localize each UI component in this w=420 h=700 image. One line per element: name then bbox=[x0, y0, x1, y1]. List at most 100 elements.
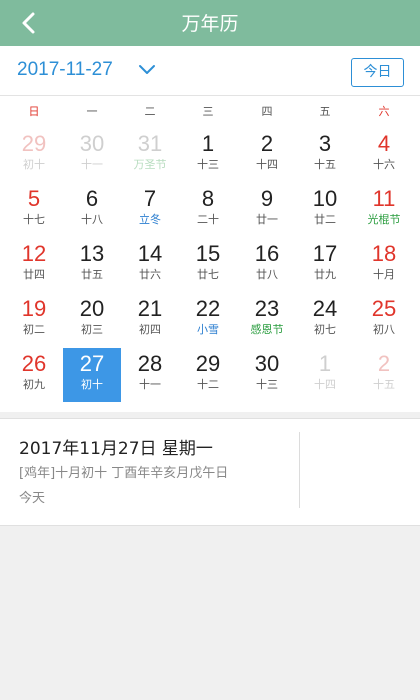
day-cell[interactable]: 7 立冬 bbox=[121, 183, 179, 237]
divider bbox=[299, 432, 300, 508]
day-number: 2 bbox=[260, 131, 274, 156]
today-label: 今天 bbox=[19, 491, 46, 506]
day-number: 31 bbox=[137, 131, 163, 156]
lunar-label: 感恩节 bbox=[250, 323, 284, 336]
day-number: 12 bbox=[21, 241, 47, 266]
day-number: 2 bbox=[377, 351, 391, 376]
chevron-down-icon[interactable] bbox=[138, 64, 156, 76]
day-cell[interactable]: 15 廿七 bbox=[179, 238, 237, 292]
day-number: 10 bbox=[312, 186, 338, 211]
day-cell[interactable]: 5 十七 bbox=[5, 183, 63, 237]
day-number: 20 bbox=[79, 296, 105, 321]
lunar-label: 十七 bbox=[23, 213, 45, 226]
day-cell[interactable]: 9 廿一 bbox=[238, 183, 296, 237]
day-cell[interactable]: 20 初三 bbox=[63, 293, 121, 347]
lunar-label: 小雪 bbox=[197, 323, 219, 336]
weekday-label: 三 bbox=[202, 105, 214, 118]
lunar-label: 十四 bbox=[256, 158, 278, 171]
lunar-label: 十二 bbox=[197, 378, 219, 391]
day-cell[interactable]: 22 小雪 bbox=[179, 293, 237, 347]
day-number: 5 bbox=[27, 186, 41, 211]
lunar-label: 十五 bbox=[373, 378, 395, 391]
day-cell[interactable]: 13 廿五 bbox=[63, 238, 121, 292]
lunar-label: 廿四 bbox=[23, 268, 45, 281]
day-number: 8 bbox=[201, 186, 215, 211]
day-cell[interactable]: 29 十二 bbox=[179, 348, 237, 402]
lunar-label: 十月 bbox=[373, 268, 395, 281]
day-number: 30 bbox=[79, 131, 105, 156]
lunar-label: 初七 bbox=[314, 323, 336, 336]
lunar-label: 十一 bbox=[139, 378, 161, 391]
day-number: 9 bbox=[260, 186, 274, 211]
day-cell[interactable]: 3 十五 bbox=[296, 128, 354, 182]
day-cell-selected[interactable]: 27 初十 bbox=[63, 348, 121, 402]
day-cell[interactable]: 24 初七 bbox=[296, 293, 354, 347]
day-number: 18 bbox=[371, 241, 397, 266]
lunar-label: 初二 bbox=[23, 323, 45, 336]
day-cell[interactable]: 31 万圣节 bbox=[121, 128, 179, 182]
day-cell[interactable]: 4 十六 bbox=[355, 128, 413, 182]
weekday-label: 五 bbox=[319, 105, 331, 118]
today-button[interactable]: 今日 bbox=[351, 58, 404, 87]
lunar-label: 廿二 bbox=[314, 213, 336, 226]
day-cell[interactable]: 30 十三 bbox=[238, 348, 296, 402]
day-cell[interactable]: 2 十四 bbox=[238, 128, 296, 182]
day-number: 22 bbox=[195, 296, 221, 321]
lunar-label: 二十 bbox=[197, 213, 219, 226]
selected-date-text: 2017年11月27日 星期一 bbox=[19, 439, 213, 459]
day-cell[interactable]: 14 廿六 bbox=[121, 238, 179, 292]
lunar-date-text: [鸡年]十月初十 丁酉年辛亥月戊午日 bbox=[19, 466, 229, 481]
lunar-label: 初三 bbox=[81, 323, 103, 336]
day-number: 1 bbox=[201, 131, 215, 156]
day-number: 26 bbox=[21, 351, 47, 376]
day-cell[interactable]: 12 廿四 bbox=[5, 238, 63, 292]
day-cell[interactable]: 8 二十 bbox=[179, 183, 237, 237]
weekday-label: 六 bbox=[378, 105, 390, 118]
weekday-label: 二 bbox=[144, 105, 156, 118]
day-cell[interactable]: 28 十一 bbox=[121, 348, 179, 402]
day-cell[interactable]: 16 廿八 bbox=[238, 238, 296, 292]
day-cell[interactable]: 17 廿九 bbox=[296, 238, 354, 292]
day-cell[interactable]: 10 廿二 bbox=[296, 183, 354, 237]
weekday-label: 四 bbox=[261, 105, 273, 118]
lunar-label: 十八 bbox=[81, 213, 103, 226]
day-cell[interactable]: 19 初二 bbox=[5, 293, 63, 347]
day-cell[interactable]: 2 十五 bbox=[355, 348, 413, 402]
lunar-label: 廿六 bbox=[139, 268, 161, 281]
day-number: 7 bbox=[143, 186, 157, 211]
day-cell[interactable]: 1 十四 bbox=[296, 348, 354, 402]
day-number: 19 bbox=[21, 296, 47, 321]
current-date-picker[interactable]: 2017-11-27 bbox=[17, 59, 113, 81]
day-cell[interactable]: 21 初四 bbox=[121, 293, 179, 347]
day-number: 29 bbox=[195, 351, 221, 376]
lunar-label: 十六 bbox=[373, 158, 395, 171]
day-number: 30 bbox=[254, 351, 280, 376]
lunar-label: 初十 bbox=[81, 378, 103, 391]
day-number: 16 bbox=[254, 241, 280, 266]
day-number: 29 bbox=[21, 131, 47, 156]
page-title: 万年历 bbox=[181, 13, 239, 35]
day-number: 11 bbox=[372, 186, 396, 211]
day-cell[interactable]: 1 十三 bbox=[179, 128, 237, 182]
day-number: 24 bbox=[312, 296, 338, 321]
day-cell[interactable]: 25 初八 bbox=[355, 293, 413, 347]
day-cell[interactable]: 30 十一 bbox=[63, 128, 121, 182]
top-app-bar: 万年历 bbox=[0, 0, 420, 46]
day-cell[interactable]: 23 感恩节 bbox=[238, 293, 296, 347]
day-cell[interactable]: 11 光棍节 bbox=[355, 183, 413, 237]
day-cell[interactable]: 6 十八 bbox=[63, 183, 121, 237]
day-cell[interactable]: 26 初九 bbox=[5, 348, 63, 402]
lunar-label: 廿一 bbox=[256, 213, 278, 226]
day-number: 14 bbox=[137, 241, 163, 266]
lunar-label: 廿八 bbox=[256, 268, 278, 281]
lunar-label: 十三 bbox=[197, 158, 219, 171]
lunar-label: 立冬 bbox=[139, 213, 161, 226]
day-number: 28 bbox=[137, 351, 163, 376]
day-cell[interactable]: 29 初十 bbox=[5, 128, 63, 182]
lunar-label: 廿七 bbox=[197, 268, 219, 281]
day-cell[interactable]: 18 十月 bbox=[355, 238, 413, 292]
day-number: 27 bbox=[79, 351, 105, 376]
lunar-label: 初四 bbox=[139, 323, 161, 336]
lunar-label: 十三 bbox=[256, 378, 278, 391]
day-number: 4 bbox=[377, 131, 391, 156]
